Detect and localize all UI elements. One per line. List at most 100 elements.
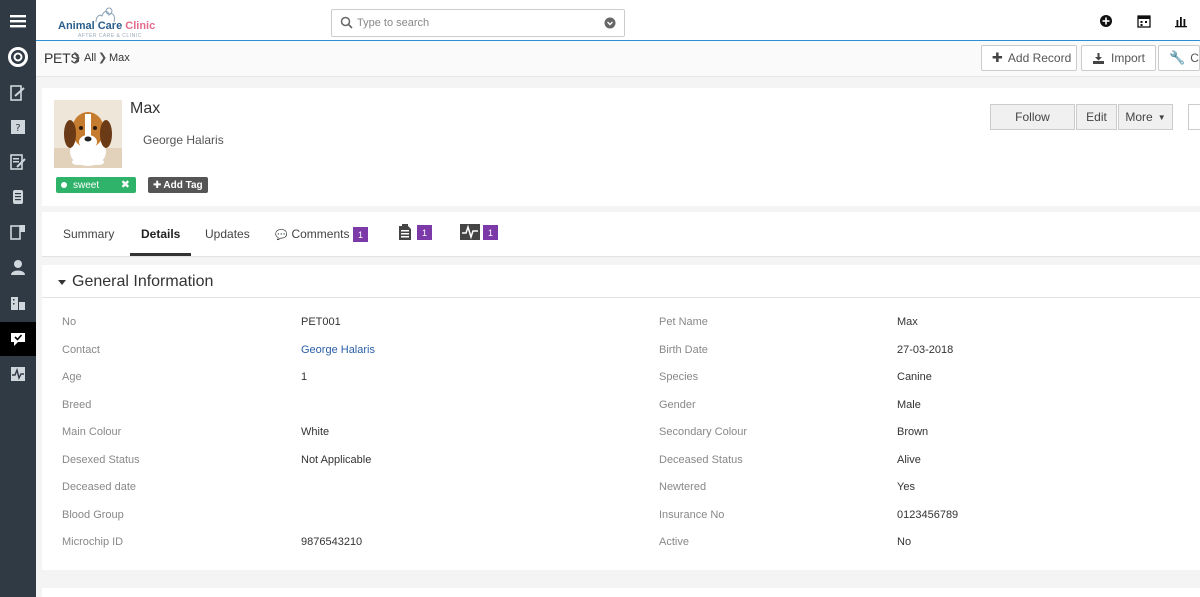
notes-icon[interactable] xyxy=(0,145,36,179)
field-value: No xyxy=(897,536,912,548)
chevron-right-icon: ❯ xyxy=(72,52,82,64)
plus-icon: ✚ xyxy=(153,179,162,191)
field-label: Active xyxy=(659,536,689,548)
search-icon xyxy=(340,16,353,29)
field-row: Breed Gender Male xyxy=(42,399,1200,426)
more-button[interactable]: More ▼ xyxy=(1118,104,1173,130)
field-row: Main Colour White Secondary Colour Brown xyxy=(42,426,1200,453)
field-label: Deceased date xyxy=(62,481,136,493)
field-value: 27-03-2018 xyxy=(897,344,954,356)
pet-photo[interactable] xyxy=(54,100,122,168)
search-input[interactable] xyxy=(357,14,597,32)
breadcrumb-bar: PETS ❯ All ❯ Max ✚Add Record Import 🔧Cus xyxy=(36,41,1200,77)
field-label: Species xyxy=(659,371,699,383)
comments-label: Comments xyxy=(291,227,350,241)
field-row: Blood Group Insurance No 0123456789 xyxy=(42,509,1200,536)
breadcrumb-current: Max xyxy=(109,52,130,64)
customize-button[interactable]: 🔧 Cus xyxy=(1158,45,1200,71)
database-icon[interactable] xyxy=(0,180,36,214)
follow-button[interactable]: Follow xyxy=(990,104,1075,130)
app-logo[interactable]: Animal Care Clinic AFTER CARE & CLINIC xyxy=(56,6,176,39)
field-label: Newtered xyxy=(659,481,707,493)
add-record-label: Add Record xyxy=(1007,51,1072,65)
field-label: Blood Group xyxy=(62,509,124,521)
more-label: More xyxy=(1125,110,1153,124)
tab-details[interactable]: Details xyxy=(141,227,180,241)
tag-chip[interactable]: sweet ✖ xyxy=(56,177,136,193)
field-value: 0123456789 xyxy=(897,509,959,521)
nav-button[interactable] xyxy=(1188,104,1200,130)
caret-down-icon: ▼ xyxy=(1157,112,1166,122)
section-header[interactable]: General Information xyxy=(42,265,1200,298)
field-value: 9876543210 xyxy=(301,536,363,548)
tab-bar: Summary Details Updates 💬 Comments 1 1 1 xyxy=(42,212,1200,257)
tab-comments[interactable]: 💬 Comments xyxy=(275,227,349,241)
field-label: No xyxy=(62,316,77,328)
menu-icon[interactable] xyxy=(0,4,36,38)
field-value: Yes xyxy=(897,481,915,493)
search-dropdown-icon[interactable] xyxy=(604,17,616,29)
quick-create-icon[interactable] xyxy=(1099,14,1113,28)
activity-tab-icon[interactable] xyxy=(460,224,480,240)
field-value: Brown xyxy=(897,426,929,438)
reports-icon[interactable] xyxy=(1174,14,1188,28)
download-icon xyxy=(1093,52,1104,64)
field-value: Alive xyxy=(897,454,921,466)
organizations-icon[interactable] xyxy=(0,286,36,320)
field-row: Contact George Halaris Birth Date 27-03-… xyxy=(42,344,1200,371)
field-label: Secondary Colour xyxy=(659,426,748,438)
field-row: Deceased date Newtered Yes xyxy=(42,481,1200,508)
tag-dot-icon xyxy=(61,182,67,188)
field-label: Deceased Status xyxy=(659,454,743,466)
section-title: General Information xyxy=(72,273,214,290)
field-value: Not Applicable xyxy=(301,454,372,466)
field-label: Contact xyxy=(62,344,100,356)
documents-count-badge: 1 xyxy=(417,225,432,240)
field-value: 1 xyxy=(301,371,308,383)
ledger-icon[interactable] xyxy=(0,76,36,110)
devices-icon[interactable] xyxy=(0,215,36,249)
active-tab-indicator xyxy=(130,253,191,256)
remove-tag-icon[interactable]: ✖ xyxy=(121,178,130,191)
field-label: Pet Name xyxy=(659,316,708,328)
import-button[interactable]: Import xyxy=(1081,45,1156,71)
field-row: Age 1 Species Canine xyxy=(42,371,1200,398)
field-value: PET001 xyxy=(301,316,341,328)
tab-summary[interactable]: Summary xyxy=(63,227,114,241)
field-value: White xyxy=(301,426,330,438)
vitals-icon[interactable] xyxy=(0,357,36,391)
field-label: Microchip ID xyxy=(62,536,124,548)
contacts-icon[interactable] xyxy=(0,250,36,284)
tag-label: sweet xyxy=(73,179,100,191)
left-sidebar: ? xyxy=(0,0,36,597)
support-icon[interactable] xyxy=(0,40,36,74)
record-owner[interactable]: George Halaris xyxy=(143,133,224,147)
field-value: Canine xyxy=(897,371,932,383)
logo-main: Animal Care xyxy=(58,20,123,32)
logo-accent: Clinic xyxy=(125,20,156,32)
add-record-button[interactable]: ✚ Add Record xyxy=(981,45,1077,71)
add-tag-button[interactable]: ✚ Add Tag xyxy=(148,177,208,193)
field-label: Breed xyxy=(62,399,92,411)
svg-text:?: ? xyxy=(15,123,20,134)
add-tag-label: Add Tag xyxy=(163,179,203,191)
tab-updates[interactable]: Updates xyxy=(205,227,250,241)
field-value: Male xyxy=(897,399,921,411)
field-label: Main Colour xyxy=(62,426,122,438)
dog-photo-icon xyxy=(54,100,122,168)
import-label: Import xyxy=(1111,51,1146,65)
collapse-caret-icon[interactable] xyxy=(58,280,66,285)
field-row: Desexed Status Not Applicable Deceased S… xyxy=(42,454,1200,481)
calendar-icon[interactable] xyxy=(1137,14,1151,28)
logo-text: Animal Care Clinic xyxy=(58,20,155,32)
edit-button[interactable]: Edit xyxy=(1076,104,1117,130)
comment-icon: 💬 xyxy=(275,230,288,241)
field-row: Microchip ID 9876543210 Active No xyxy=(42,536,1200,563)
pets-icon[interactable] xyxy=(0,322,36,356)
documents-tab-icon[interactable] xyxy=(397,223,413,241)
breadcrumb-all[interactable]: All xyxy=(84,52,96,64)
contact-link[interactable]: George Halaris xyxy=(301,344,375,356)
field-row: No PET001 Pet Name Max xyxy=(42,316,1200,343)
faq-icon[interactable]: ? xyxy=(0,110,36,144)
comments-count-badge: 1 xyxy=(353,227,368,242)
